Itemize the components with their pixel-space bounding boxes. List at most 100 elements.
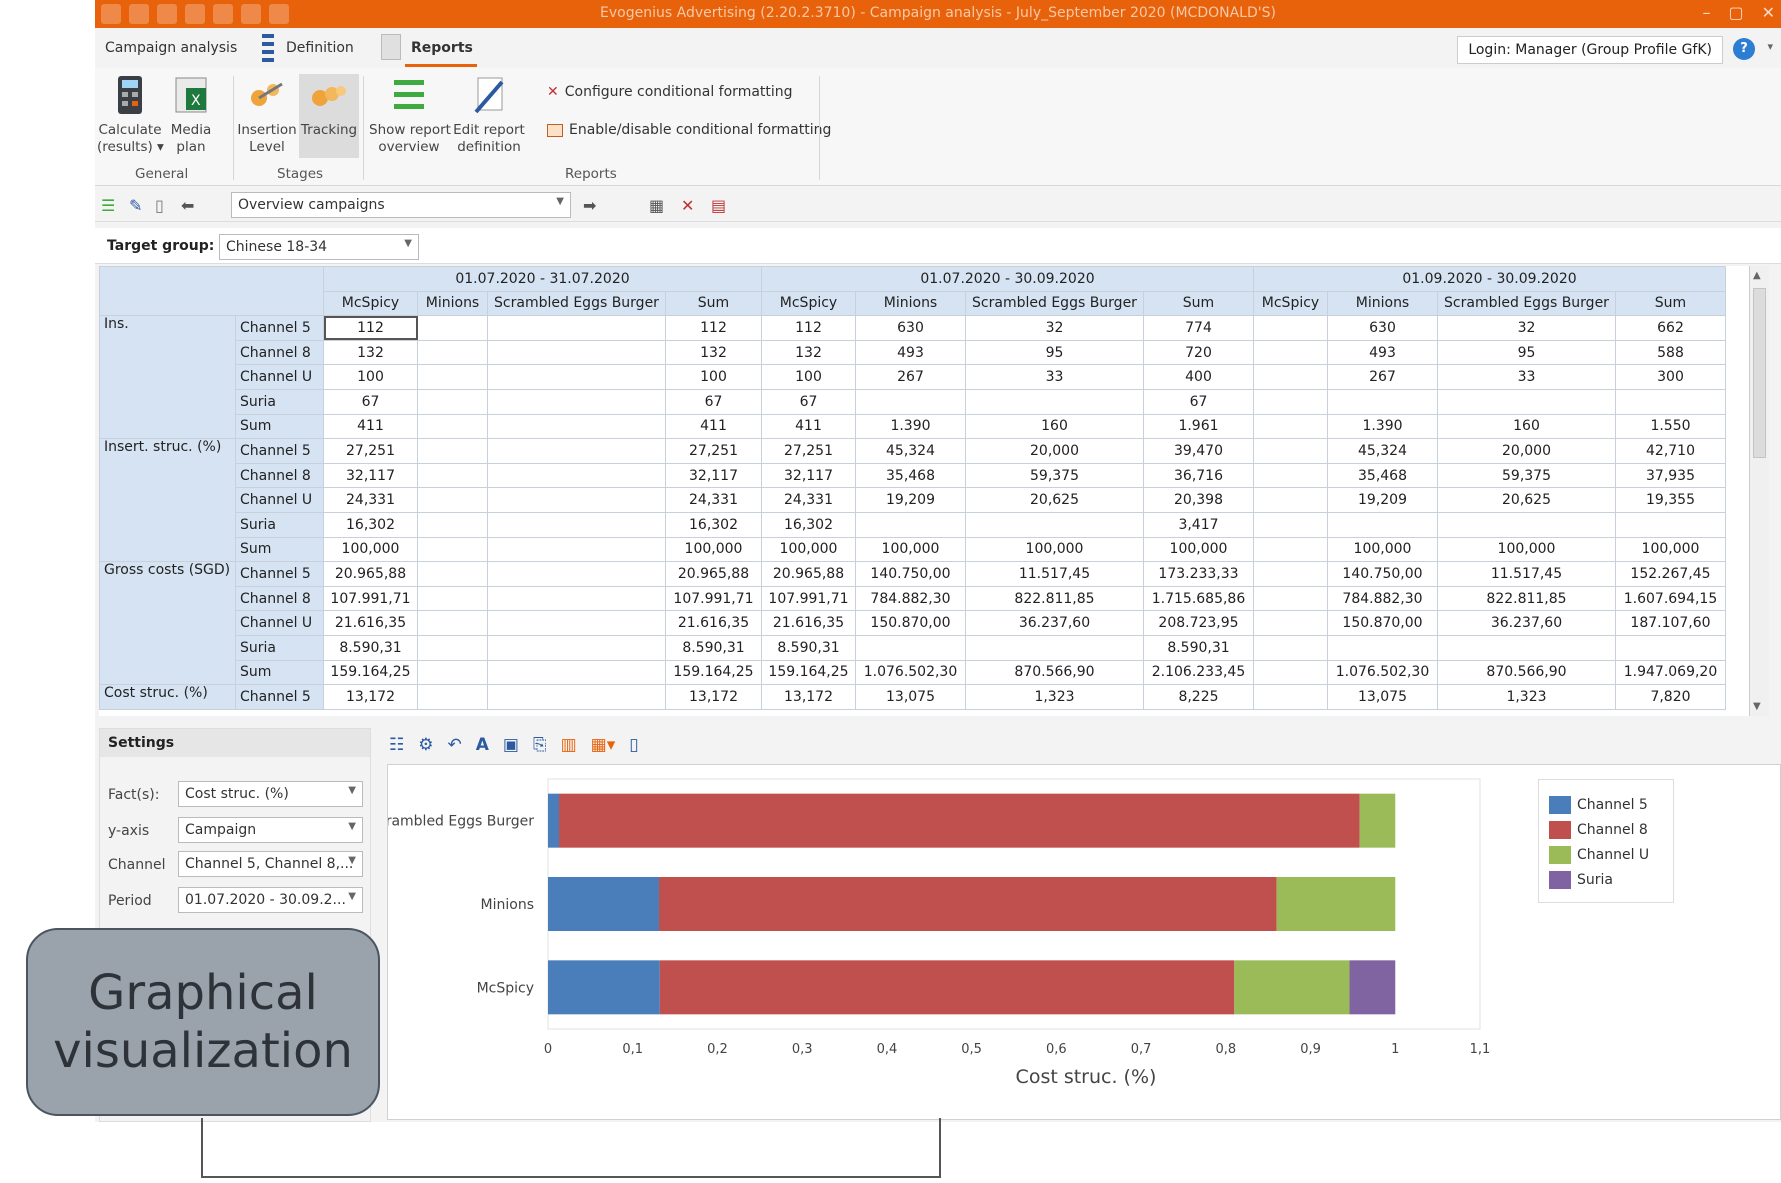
table-cell[interactable] xyxy=(417,339,488,366)
table-cell[interactable]: 100,000 xyxy=(1437,536,1616,563)
scroll-up-icon[interactable]: ▲ xyxy=(1753,270,1761,281)
table-cell[interactable]: 100 xyxy=(761,364,856,390)
table-cell[interactable] xyxy=(965,388,1144,415)
scroll-thumb[interactable] xyxy=(1753,288,1766,458)
table-cell[interactable]: 1.947.069,20 xyxy=(1615,659,1726,686)
table-cell[interactable]: 95 xyxy=(965,339,1144,366)
table-cell[interactable] xyxy=(417,536,488,563)
table-cell[interactable]: 24,331 xyxy=(665,487,762,513)
table-cell[interactable]: 1.961 xyxy=(1143,413,1254,440)
table-cell[interactable]: 132 xyxy=(665,339,762,366)
table-cell[interactable]: 21.616,35 xyxy=(761,610,856,636)
table-cell[interactable]: 27,251 xyxy=(323,438,418,464)
login-info[interactable]: Login: Manager (Group Profile GfK) xyxy=(1457,36,1723,64)
table-cell[interactable]: 11.517,45 xyxy=(965,561,1144,587)
columns-icon[interactable]: ▦ xyxy=(649,196,664,215)
bar-segment[interactable] xyxy=(559,793,1360,848)
table-cell[interactable] xyxy=(1253,388,1328,415)
table-cell[interactable]: 67 xyxy=(323,388,418,415)
font-icon[interactable]: A xyxy=(476,735,489,755)
table-cell[interactable]: 140.750,00 xyxy=(1327,561,1438,587)
table-cell[interactable]: 100,000 xyxy=(855,536,966,563)
table-cell[interactable]: 8,225 xyxy=(1143,684,1254,710)
table-cell[interactable]: 100,000 xyxy=(761,536,856,563)
configure-conditional-formatting-button[interactable]: ✕ Configure conditional formatting xyxy=(547,84,793,100)
channel-select[interactable]: Channel 5, Channel 8,... ▼ xyxy=(178,851,363,877)
table-cell[interactable]: 32,117 xyxy=(323,462,418,489)
table-cell[interactable]: 35,468 xyxy=(1327,462,1438,489)
table-cell[interactable]: 411 xyxy=(761,413,856,440)
table-cell[interactable]: 8.590,31 xyxy=(1143,634,1254,661)
table-cell[interactable]: 1.607.694,15 xyxy=(1615,585,1726,612)
bar-segment[interactable] xyxy=(1349,960,1396,1015)
table-cell[interactable]: 19,209 xyxy=(855,487,966,513)
table-cell[interactable]: 19,355 xyxy=(1615,487,1726,513)
help-icon[interactable]: ? xyxy=(1733,38,1755,60)
table-cell[interactable] xyxy=(487,684,666,710)
forward-arrow-icon[interactable]: ➡ xyxy=(583,196,596,215)
table-cell[interactable] xyxy=(487,585,666,612)
table-cell[interactable]: 3,417 xyxy=(1143,511,1254,538)
table-cell[interactable]: 20,625 xyxy=(1437,487,1616,513)
table-cell[interactable] xyxy=(965,634,1144,661)
table-cell[interactable]: 1.390 xyxy=(1327,413,1438,440)
table-cell[interactable] xyxy=(487,610,666,636)
table-cell[interactable] xyxy=(417,610,488,636)
table-cell[interactable]: 67 xyxy=(665,388,762,415)
tab-reports[interactable]: Reports xyxy=(405,40,477,67)
table-cell[interactable]: 1,323 xyxy=(965,684,1144,710)
table-cell[interactable]: 19,209 xyxy=(1327,487,1438,513)
table-cell[interactable]: 36,716 xyxy=(1143,462,1254,489)
table-cell[interactable]: 8.590,31 xyxy=(323,634,418,661)
table-cell[interactable]: 132 xyxy=(761,339,856,366)
table-cell[interactable]: 42,710 xyxy=(1615,438,1726,464)
table-cell[interactable]: 100,000 xyxy=(1615,536,1726,563)
table-cell[interactable]: 2.106.233,45 xyxy=(1143,659,1254,686)
table-cell[interactable]: 774 xyxy=(1143,315,1254,341)
table-cell[interactable]: 45,324 xyxy=(855,438,966,464)
bar-segment[interactable] xyxy=(548,877,659,931)
table-cell[interactable] xyxy=(487,561,666,587)
document-icon[interactable]: ▯ xyxy=(155,196,164,215)
toggle-conditional-formatting-button[interactable]: Enable/disable conditional formatting xyxy=(547,122,831,138)
table-cell[interactable]: 67 xyxy=(1143,388,1254,415)
table-cell[interactable] xyxy=(1253,561,1328,587)
table-cell[interactable]: 870.566,90 xyxy=(1437,659,1616,686)
table-cell[interactable]: 159.164,25 xyxy=(761,659,856,686)
table-cell[interactable]: 20,398 xyxy=(1143,487,1254,513)
table-cell[interactable] xyxy=(1253,684,1328,710)
table-cell[interactable] xyxy=(1253,634,1328,661)
tracking-button[interactable]: Tracking xyxy=(299,74,359,158)
table-cell[interactable]: 112 xyxy=(665,315,762,341)
table-cell[interactable] xyxy=(1253,339,1328,366)
minimize-button[interactable]: – xyxy=(1702,3,1710,22)
table-cell[interactable]: 39,470 xyxy=(1143,438,1254,464)
table-cell[interactable]: 100,000 xyxy=(323,536,418,563)
table-cell[interactable] xyxy=(1253,511,1328,538)
table-cell[interactable] xyxy=(1615,388,1726,415)
legend-item[interactable]: Channel 8 xyxy=(1549,817,1663,842)
table-cell[interactable]: 159.164,25 xyxy=(665,659,762,686)
table-cell[interactable]: 159.164,25 xyxy=(323,659,418,686)
table-cell[interactable]: 24,331 xyxy=(323,487,418,513)
table-cell[interactable]: 1.715.685,86 xyxy=(1143,585,1254,612)
table-cell[interactable]: 32,117 xyxy=(761,462,856,489)
table-cell[interactable]: 7,820 xyxy=(1615,684,1726,710)
table-cell[interactable]: 20.965,88 xyxy=(761,561,856,587)
table-cell[interactable]: 35,468 xyxy=(855,462,966,489)
table-cell[interactable] xyxy=(1437,634,1616,661)
table-cell[interactable]: 400 xyxy=(1143,364,1254,390)
table-cell[interactable]: 100,000 xyxy=(1143,536,1254,563)
chart-type-icon[interactable]: ▥ xyxy=(561,735,577,755)
tab-definition[interactable]: Definition xyxy=(286,40,354,56)
table-cell[interactable]: 13,172 xyxy=(323,684,418,710)
table-cell[interactable]: 187.107,60 xyxy=(1615,610,1726,636)
table-cell[interactable]: 784.882,30 xyxy=(1327,585,1438,612)
undo-icon[interactable]: ↶ xyxy=(448,735,462,755)
table-cell[interactable]: 21.616,35 xyxy=(665,610,762,636)
facts-select[interactable]: Cost struc. (%) ▼ xyxy=(178,781,363,807)
table-cell[interactable]: 24,331 xyxy=(761,487,856,513)
table-cell[interactable]: 32,117 xyxy=(665,462,762,489)
table-cell[interactable] xyxy=(487,339,666,366)
table-cell[interactable]: 493 xyxy=(1327,339,1438,366)
